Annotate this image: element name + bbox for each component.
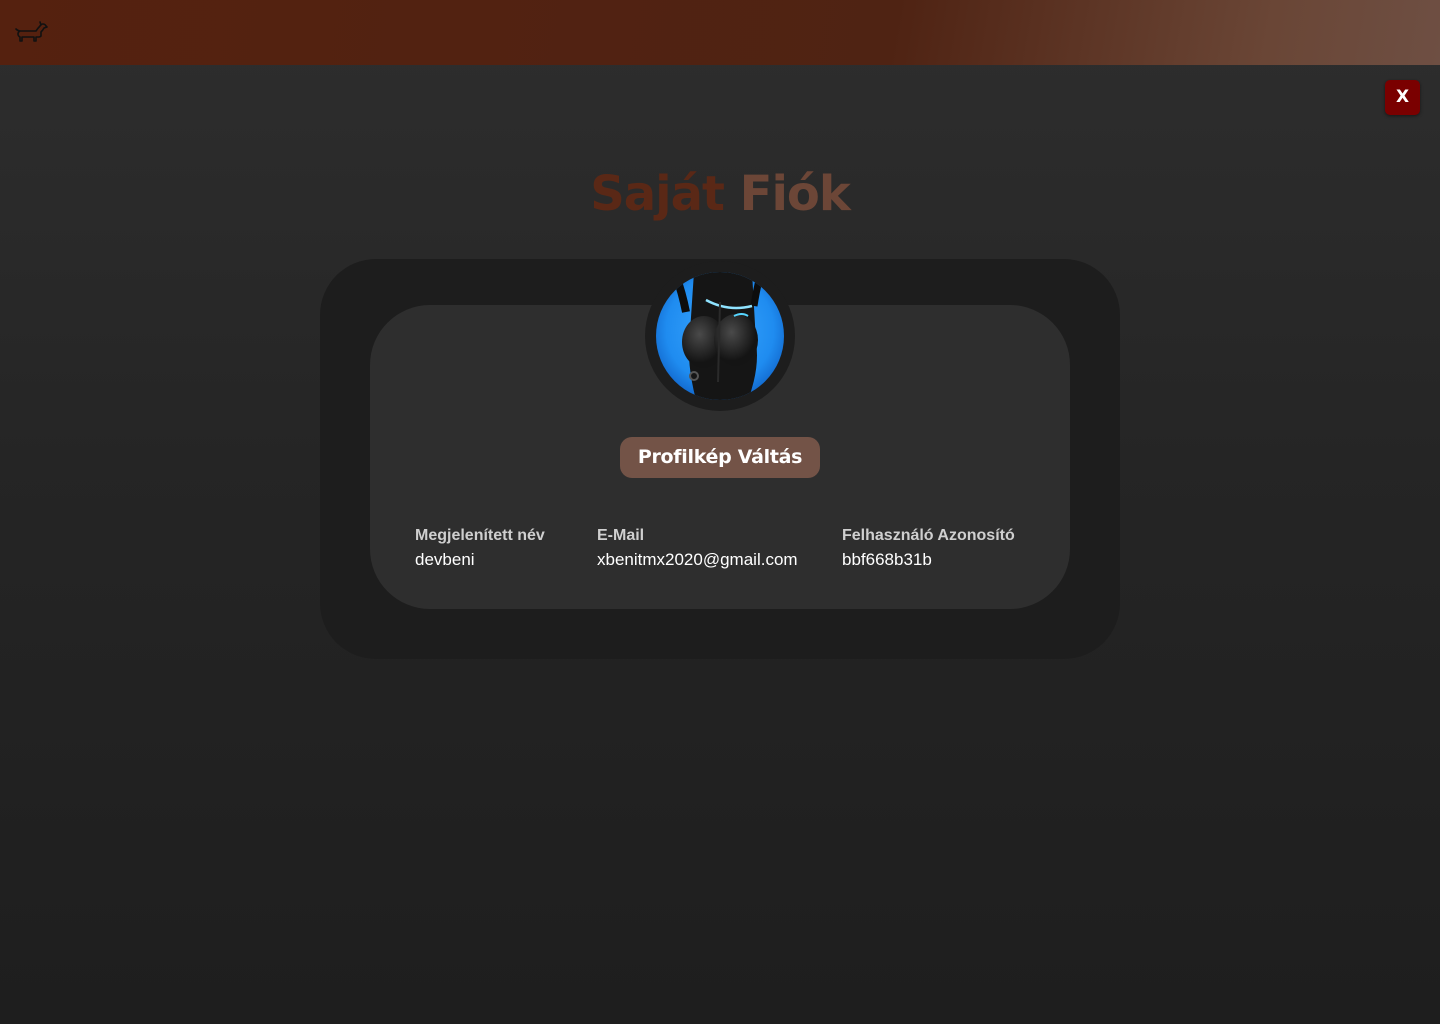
page-title: Saját Fiók bbox=[0, 166, 1440, 222]
user-id-field: Felhasználó Azonosító bbf668b31b bbox=[842, 526, 1015, 570]
email-value: xbenitmx2020@gmail.com bbox=[597, 550, 798, 569]
email-label: E-Mail bbox=[597, 527, 645, 544]
dachshund-dog-icon[interactable] bbox=[13, 20, 49, 46]
profile-avatar-image bbox=[656, 272, 784, 400]
close-button[interactable]: X bbox=[1385, 80, 1420, 115]
display-name-field: Megjelenített név devbeni bbox=[415, 526, 545, 570]
page-title-word-1: Saját bbox=[590, 166, 725, 222]
top-navigation-bar bbox=[0, 0, 1440, 65]
display-name-label: Megjelenített név bbox=[415, 527, 545, 544]
email-field: E-Mail xbenitmx2020@gmail.com bbox=[597, 526, 798, 570]
display-name-value: devbeni bbox=[415, 550, 475, 569]
user-id-value: bbf668b31b bbox=[842, 550, 932, 569]
page-title-word-2: Fiók bbox=[739, 166, 851, 222]
user-id-label: Felhasználó Azonosító bbox=[842, 527, 1015, 544]
change-profile-picture-button[interactable]: Profilkép Váltás bbox=[620, 437, 820, 478]
